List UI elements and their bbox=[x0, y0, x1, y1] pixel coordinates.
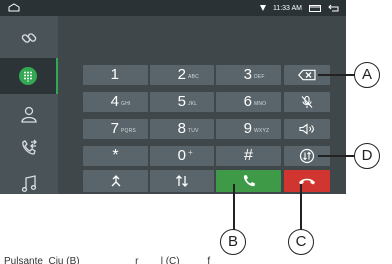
key-letters: TUV bbox=[188, 128, 199, 134]
manual-figure: 11:33 AM 1 2 ABC 3 DEF 4 GHI 5 JKL 6 MNO… bbox=[0, 0, 392, 264]
status-bar: 11:33 AM bbox=[0, 0, 346, 16]
transfer-icon bbox=[111, 175, 120, 187]
backspace-icon bbox=[298, 69, 316, 81]
callout-line-b bbox=[233, 184, 235, 230]
dial-key-5[interactable]: 5 JKL bbox=[150, 92, 214, 112]
swap-icon bbox=[176, 175, 188, 187]
sidebar-item-dialpad[interactable] bbox=[0, 58, 58, 94]
status-time: 11:33 AM bbox=[272, 4, 302, 12]
music-icon bbox=[21, 175, 37, 192]
mic-mute-icon bbox=[301, 95, 313, 108]
sidebar bbox=[0, 16, 58, 194]
callout-b: B bbox=[220, 229, 246, 255]
callout-line-c bbox=[300, 184, 302, 230]
swap-button[interactable] bbox=[150, 170, 214, 192]
callout-c: C bbox=[288, 229, 314, 255]
car-head-unit-screen: 11:33 AM 1 2 ABC 3 DEF 4 GHI 5 JKL 6 MNO… bbox=[0, 0, 346, 194]
sidebar-item-music[interactable] bbox=[0, 166, 58, 194]
call-log-icon bbox=[22, 139, 37, 155]
key-letters: JKL bbox=[188, 101, 198, 107]
dial-key-star[interactable]: * bbox=[83, 146, 148, 166]
transfer-button[interactable] bbox=[83, 170, 148, 192]
key-digit: 2 bbox=[177, 66, 186, 83]
home-icon[interactable] bbox=[8, 3, 20, 12]
key-digit: 1 bbox=[110, 66, 119, 83]
speaker-button[interactable] bbox=[284, 119, 330, 139]
dial-key-1[interactable]: 1 bbox=[83, 65, 148, 85]
key-digit: 6 bbox=[243, 93, 252, 110]
contacts-icon bbox=[21, 106, 37, 123]
key-digit: # bbox=[244, 147, 253, 164]
callout-line-a bbox=[318, 74, 355, 76]
dial-key-8[interactable]: 8 TUV bbox=[150, 119, 214, 139]
sidebar-item-contacts[interactable] bbox=[0, 96, 58, 132]
key-letters: MNO bbox=[254, 101, 267, 107]
manual-caption: Pulsante Ciu (B) r l (C) f bbox=[4, 256, 211, 264]
dial-key-9[interactable]: 9 WXYZ bbox=[216, 119, 281, 139]
key-digit: 7 bbox=[110, 120, 119, 137]
call-answer-button[interactable] bbox=[216, 170, 281, 192]
dial-key-4[interactable]: 4 GHI bbox=[83, 92, 148, 112]
key-letters: DEF bbox=[254, 74, 265, 80]
dial-key-hash[interactable]: # bbox=[216, 146, 281, 166]
link-icon bbox=[21, 33, 37, 43]
key-digit: 4 bbox=[110, 93, 119, 110]
sidebar-item-link[interactable] bbox=[0, 20, 58, 56]
back-icon[interactable] bbox=[328, 4, 340, 12]
key-letters: PQRS bbox=[121, 128, 136, 134]
key-letters: WXYZ bbox=[254, 128, 270, 134]
key-letters: GHI bbox=[121, 101, 131, 107]
callout-a: A bbox=[354, 62, 380, 88]
window-icon[interactable] bbox=[309, 4, 321, 12]
key-digit: * bbox=[112, 147, 119, 164]
key-digit: 5 bbox=[177, 93, 186, 110]
speaker-icon bbox=[299, 123, 314, 135]
callout-d: D bbox=[354, 143, 380, 169]
dial-key-3[interactable]: 3 DEF bbox=[216, 65, 281, 85]
mic-mute-button[interactable] bbox=[284, 92, 330, 112]
sidebar-item-call-log[interactable] bbox=[0, 130, 58, 166]
dial-key-2[interactable]: 2 ABC bbox=[150, 65, 214, 85]
dialpad-icon bbox=[19, 67, 37, 85]
call-end-button[interactable] bbox=[284, 170, 330, 192]
status-right-group: 11:33 AM bbox=[259, 1, 340, 15]
callout-line-d bbox=[318, 155, 355, 157]
key-digit: 0 bbox=[177, 147, 186, 164]
key-digit: 9 bbox=[243, 120, 252, 137]
key-digit: 3 bbox=[243, 66, 252, 83]
key-digit: 8 bbox=[177, 120, 186, 137]
key-letters: + bbox=[188, 148, 193, 157]
dial-key-7[interactable]: 7 PQRS bbox=[83, 119, 148, 139]
location-icon bbox=[259, 5, 266, 11]
key-letters: ABC bbox=[188, 74, 199, 80]
dial-key-0[interactable]: 0 + bbox=[150, 146, 214, 166]
call-answer-icon bbox=[243, 175, 255, 187]
call-switch-icon bbox=[299, 148, 315, 164]
dial-key-6[interactable]: 6 MNO bbox=[216, 92, 281, 112]
